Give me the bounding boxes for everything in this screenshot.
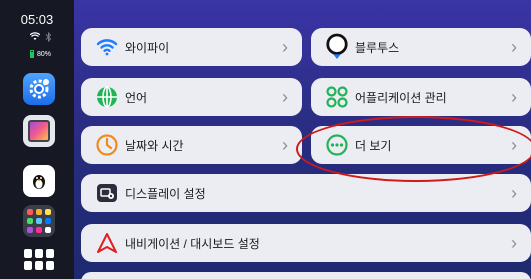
battery-fill <box>31 52 33 57</box>
bluetooth-icon <box>325 33 349 59</box>
wifi-status-icon <box>29 32 41 44</box>
penguin-app-icon[interactable] <box>23 165 55 197</box>
setting-display[interactable]: 디스플레이 설정 › <box>81 174 531 212</box>
setting-app-management-label: 어플리케이션 관리 <box>355 90 447 105</box>
setting-language[interactable]: 언어 › <box>81 78 302 116</box>
setting-date-time[interactable]: 날짜와 시간 › <box>81 126 302 164</box>
chevron-right-icon: › <box>511 87 517 107</box>
status-icons <box>29 31 52 44</box>
wifi-icon <box>95 35 119 59</box>
display-settings-icon <box>95 181 119 205</box>
setting-more-label: 더 보기 <box>355 138 392 153</box>
clock-time: 05:03 <box>20 12 54 27</box>
setting-next-row-partial[interactable] <box>81 272 531 279</box>
globe-icon <box>95 85 119 109</box>
setting-display-label: 디스플레이 설정 <box>125 186 206 201</box>
setting-app-management[interactable]: 어플리케이션 관리 › <box>311 78 531 116</box>
battery-indicator: 80% <box>30 50 51 58</box>
chevron-right-icon: › <box>282 87 288 107</box>
setting-wifi[interactable]: 와이파이 › <box>81 28 302 66</box>
setting-language-label: 언어 <box>125 90 148 105</box>
navigation-icon <box>95 231 119 255</box>
setting-navigation-dashboard-label: 내비게이션 / 대시보드 설정 <box>125 236 260 251</box>
setting-navigation-dashboard[interactable]: 내비게이션 / 대시보드 설정 › <box>81 224 531 262</box>
chevron-right-icon: › <box>511 37 517 57</box>
setting-date-time-label: 날짜와 시간 <box>125 138 184 153</box>
gallery-app-icon[interactable] <box>23 115 55 147</box>
more-icon <box>325 133 349 157</box>
setting-bluetooth[interactable]: 블루투스 › <box>311 28 531 66</box>
chevron-right-icon: › <box>282 135 288 155</box>
gallery-image-icon <box>28 120 50 142</box>
apps-icon <box>325 85 349 109</box>
chevron-right-icon: › <box>511 183 517 203</box>
dock-bar: 05:03 80% <box>0 0 74 279</box>
setting-more[interactable]: 더 보기 › <box>311 126 531 164</box>
bluetooth-status-icon <box>45 31 52 44</box>
app-grid-icon[interactable] <box>23 243 55 275</box>
chevron-right-icon: › <box>511 135 517 155</box>
battery-icon <box>30 50 34 58</box>
color-grid-app-icon[interactable] <box>23 205 55 237</box>
setting-wifi-label: 와이파이 <box>125 40 170 55</box>
setting-bluetooth-label: 블루투스 <box>355 40 400 55</box>
chevron-right-icon: › <box>282 37 288 57</box>
chevron-right-icon: › <box>511 233 517 253</box>
battery-percent: 80% <box>37 50 52 58</box>
clock-icon <box>95 133 119 157</box>
settings-app-icon[interactable] <box>23 73 55 105</box>
